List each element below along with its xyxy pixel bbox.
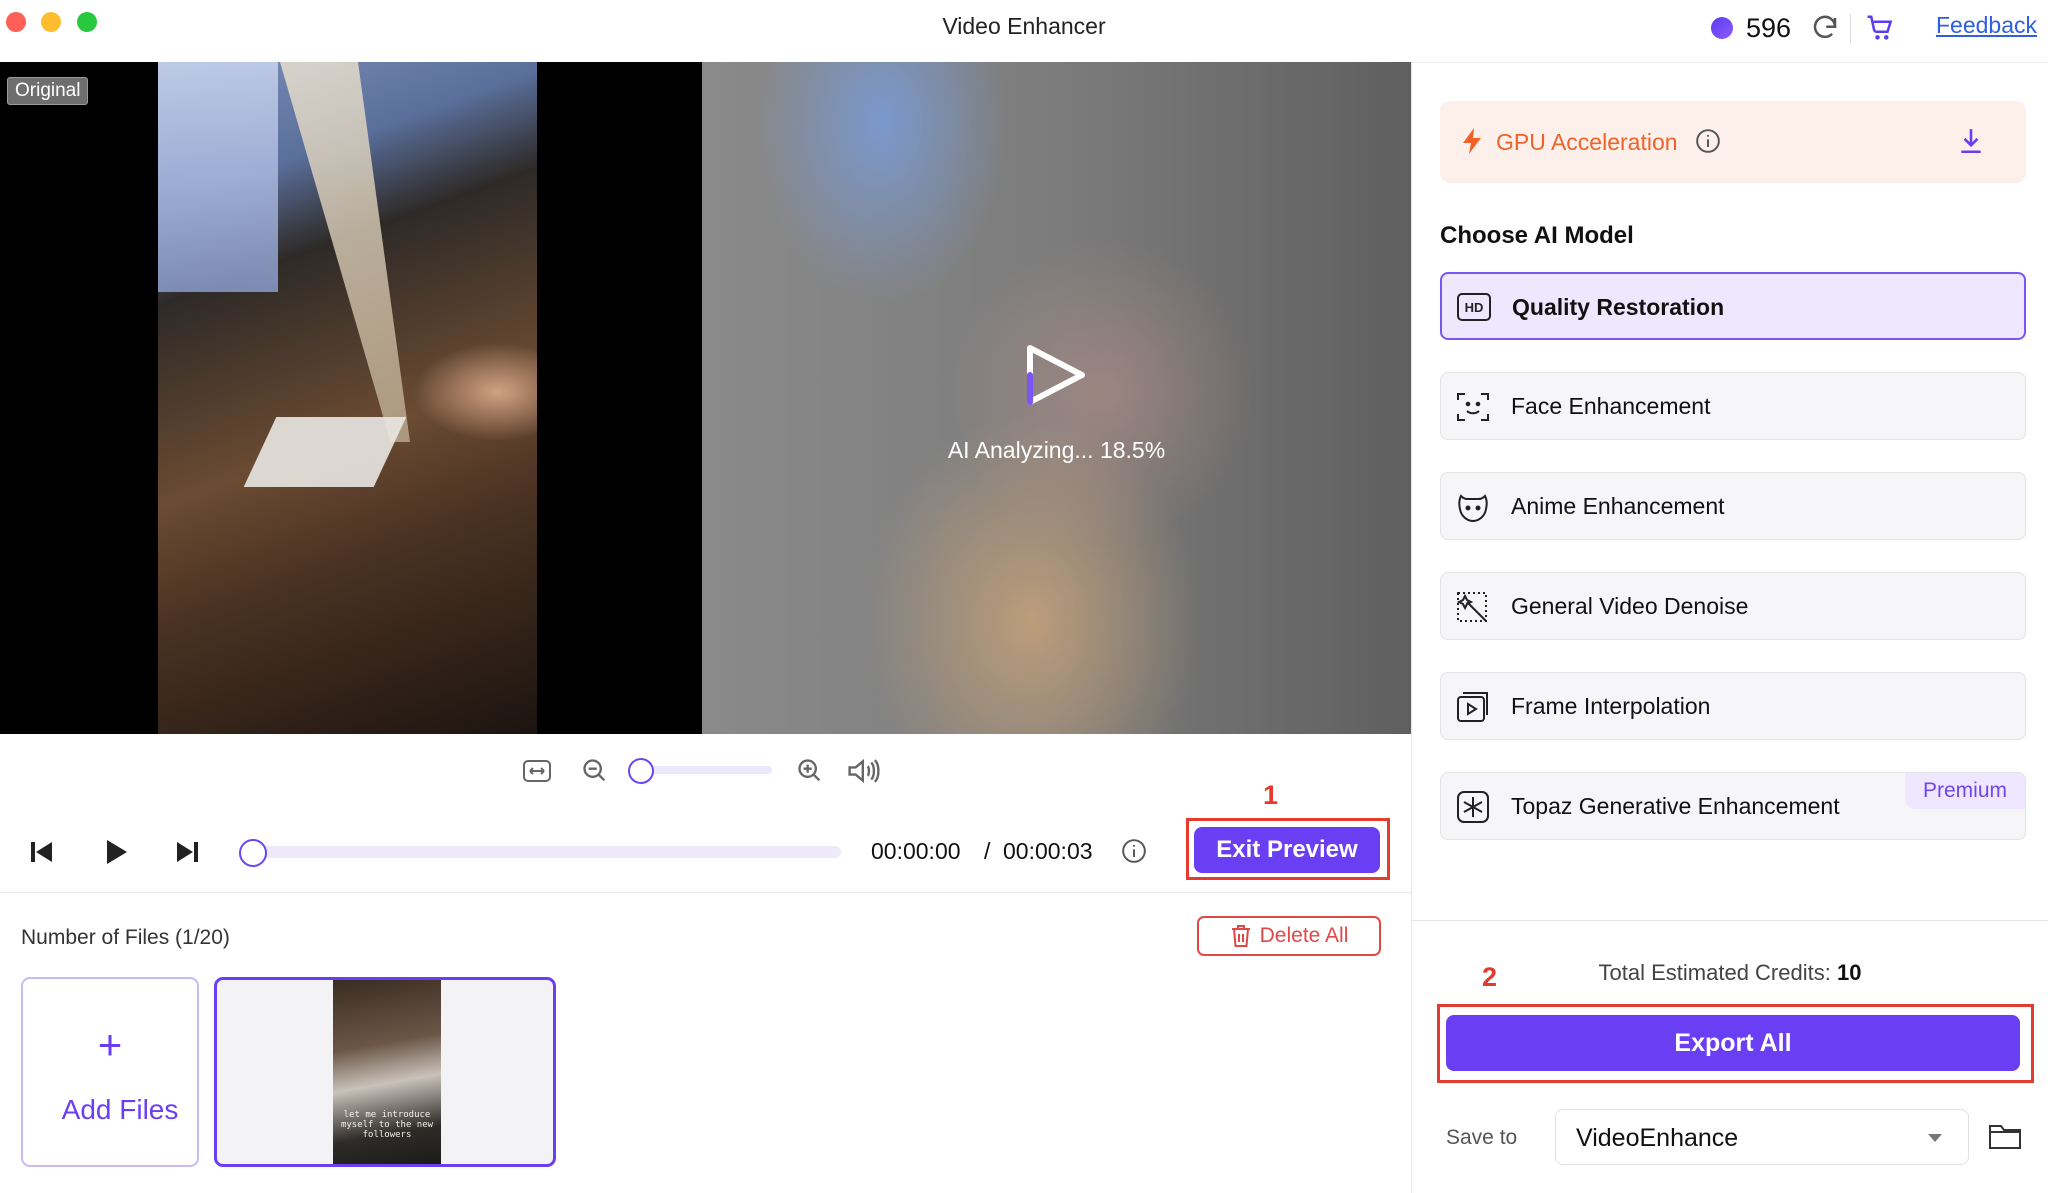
next-frame-button[interactable]	[171, 838, 201, 871]
frame-play-icon	[1455, 690, 1491, 729]
exit-preview-button[interactable]: Exit Preview	[1194, 827, 1380, 873]
folder-icon[interactable]	[1988, 1121, 2022, 1156]
model-topaz-generative-enhancement[interactable]: Topaz Generative Enhancement Premium	[1440, 772, 2026, 840]
hd-icon: HD	[1456, 291, 1492, 328]
ai-analyzing-status: AI Analyzing... 18.5%	[947, 437, 1166, 463]
ai-play-logo-icon	[1010, 330, 1100, 425]
chevron-down-icon	[1928, 1134, 1942, 1142]
premium-badge: Premium	[1904, 773, 2025, 809]
annotation-number-2: 2	[1482, 962, 1498, 992]
panel-divider	[1411, 920, 2048, 921]
trash-icon	[1231, 925, 1250, 947]
zoom-slider-handle[interactable]	[628, 758, 654, 784]
choose-ai-model-heading: Choose AI Model	[1440, 222, 1634, 249]
cart-icon[interactable]	[1864, 13, 1896, 48]
face-scan-icon	[1455, 390, 1491, 429]
timeline-handle[interactable]	[239, 839, 267, 867]
header-divider	[1850, 14, 1851, 44]
model-label: Face Enhancement	[1511, 393, 1711, 419]
credits-gem-icon	[1711, 17, 1733, 39]
model-quality-restoration[interactable]: HD Quality Restoration	[1440, 272, 2026, 340]
model-anime-enhancement[interactable]: Anime Enhancement	[1440, 472, 2026, 540]
model-label: General Video Denoise	[1511, 593, 1749, 619]
denoise-wand-icon	[1455, 590, 1491, 629]
credits-value: 10	[1836, 960, 1862, 985]
annotation-number-1: 1	[1263, 780, 1279, 810]
files-count: Number of Files (1/20)	[21, 926, 230, 949]
model-face-enhancement[interactable]: Face Enhancement	[1440, 372, 2026, 440]
section-divider	[0, 892, 1411, 893]
model-label: Topaz Generative Enhancement	[1511, 793, 1840, 819]
svg-text:HD: HD	[1465, 300, 1484, 315]
feedback-link[interactable]: Feedback	[1936, 12, 2037, 39]
model-label: Quality Restoration	[1512, 294, 1725, 320]
window-title: Video Enhancer	[942, 13, 1106, 39]
download-icon[interactable]	[1958, 127, 1984, 160]
delete-all-label: Delete All	[1259, 924, 1349, 947]
export-all-button[interactable]: Export All	[1446, 1015, 2020, 1071]
credits-count: 596	[1746, 13, 1792, 43]
add-files-label: Add Files	[61, 1094, 179, 1125]
previous-frame-button[interactable]	[28, 838, 58, 871]
timeline-slider[interactable]	[249, 846, 841, 858]
original-badge: Original	[7, 77, 89, 105]
model-label: Frame Interpolation	[1511, 693, 1711, 719]
plus-icon: +	[97, 1021, 123, 1068]
zoom-out-icon[interactable]	[581, 757, 609, 790]
gpu-info-icon[interactable]	[1695, 128, 1721, 159]
save-to-label: Save to	[1446, 1126, 1518, 1149]
save-to-value: VideoEnhance	[1576, 1124, 1739, 1152]
zoom-in-icon[interactable]	[796, 757, 824, 790]
anime-face-icon	[1455, 490, 1491, 529]
fit-width-icon[interactable]	[522, 758, 552, 789]
model-frame-interpolation[interactable]: Frame Interpolation	[1440, 672, 2026, 740]
total-estimated-credits: Total Estimated Credits: 10	[1412, 960, 2048, 986]
refresh-icon[interactable]	[1810, 13, 1840, 48]
play-button[interactable]	[102, 837, 130, 872]
sparkle-icon	[1455, 790, 1491, 829]
thumbnail-caption: let me introduce myself to the new follo…	[340, 1110, 434, 1140]
zoom-slider[interactable]	[642, 766, 772, 774]
volume-icon[interactable]	[846, 756, 882, 791]
gpu-acceleration-label: GPU Acceleration	[1496, 129, 1678, 155]
current-time: 00:00:00	[871, 838, 961, 864]
save-to-select[interactable]: VideoEnhance	[1555, 1109, 1969, 1165]
total-time: 00:00:03	[1003, 838, 1093, 864]
model-general-video-denoise[interactable]: General Video Denoise	[1440, 572, 2026, 640]
panel-border	[1411, 62, 1412, 1193]
info-icon[interactable]	[1121, 838, 1147, 869]
time-separator: /	[984, 838, 991, 864]
file-thumbnail[interactable]: let me introduce myself to the new follo…	[214, 977, 556, 1167]
credits-label: Total Estimated Credits:	[1598, 960, 1831, 985]
add-files-button[interactable]: + Add Files	[21, 977, 199, 1167]
model-label: Anime Enhancement	[1511, 493, 1725, 519]
monitor-glow	[158, 62, 278, 292]
delete-all-button[interactable]: Delete All	[1197, 916, 1381, 956]
lightning-icon	[1460, 127, 1484, 160]
